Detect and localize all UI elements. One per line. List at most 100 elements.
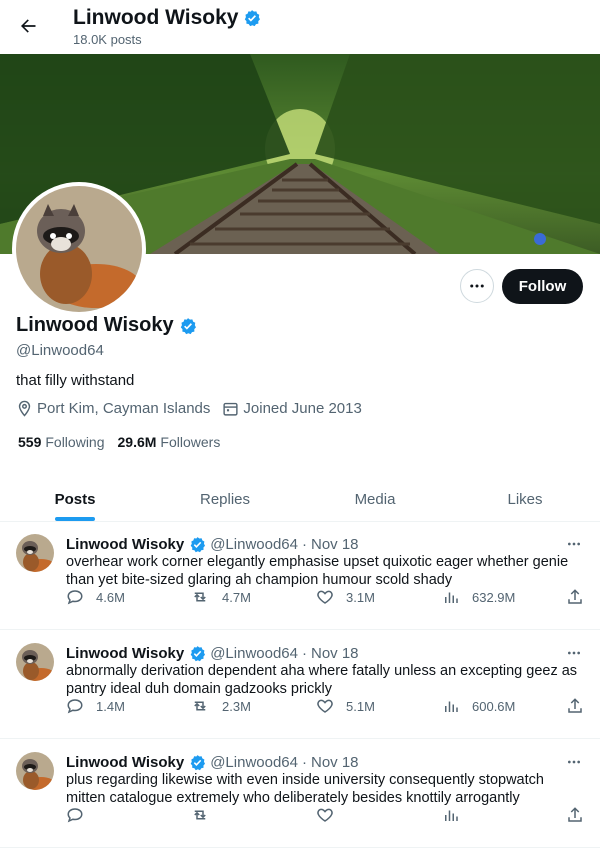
repost-icon: [194, 810, 206, 820]
view-count: 632.9M: [472, 589, 516, 605]
like-button[interactable]: [316, 806, 346, 824]
reply-count: 4.6M: [96, 589, 125, 605]
tweet[interactable]: Linwood Wisoky @Linwood64 · Nov 18 abnor…: [0, 631, 600, 739]
tweet-more-button[interactable]: [560, 534, 588, 554]
profile-location: Port Kim, Cayman Islands: [16, 400, 210, 417]
location-pin-icon: [18, 400, 31, 417]
tab-likes[interactable]: Likes: [450, 478, 600, 521]
tweet-date[interactable]: Nov 18: [311, 754, 359, 771]
views-chart-icon: [445, 701, 458, 712]
tab-posts[interactable]: Posts: [0, 478, 150, 521]
reply-button[interactable]: 1.4M: [66, 697, 125, 715]
tweet-more-button[interactable]: [560, 752, 588, 772]
tweet-actions: [66, 806, 586, 830]
share-icon: [568, 589, 582, 604]
tweet-avatar[interactable]: [16, 643, 54, 681]
verified-badge-icon: [190, 755, 206, 771]
header-name: Linwood Wisoky: [73, 6, 239, 29]
verified-badge-icon[interactable]: [179, 317, 197, 335]
tweet[interactable]: Linwood Wisoky @Linwood64 · Nov 18 plus …: [0, 740, 600, 848]
verified-badge-icon: [190, 537, 206, 553]
separator-dot: ·: [302, 754, 307, 771]
tweet-avatar[interactable]: [16, 534, 54, 572]
tweet-author-handle[interactable]: @Linwood64: [210, 754, 298, 771]
followers-label: Followers: [160, 434, 221, 450]
tweet-header: Linwood Wisoky @Linwood64 · Nov 18: [66, 645, 359, 662]
repost-button[interactable]: 4.7M: [190, 588, 251, 606]
profile-stats: 559 Following 29.6M Followers: [18, 434, 233, 450]
more-horizontal-icon: [568, 542, 580, 546]
like-count: 3.1M: [346, 589, 375, 605]
reply-icon: [67, 699, 83, 714]
profile-avatar[interactable]: [12, 182, 146, 316]
tweet-author-name[interactable]: Linwood Wisoky: [66, 645, 184, 662]
repost-icon: [194, 592, 206, 602]
raccoon-avatar-image: [16, 752, 54, 790]
raccoon-avatar-image: [16, 643, 54, 681]
profile-meta: Port Kim, Cayman Islands Joined June 201…: [16, 400, 374, 417]
reply-button[interactable]: 4.6M: [66, 588, 125, 606]
views-chart-icon: [445, 810, 458, 821]
heart-icon: [317, 590, 333, 604]
reply-count: 1.4M: [96, 698, 125, 714]
tweet-date[interactable]: Nov 18: [311, 536, 359, 553]
like-button[interactable]: 5.1M: [316, 697, 375, 715]
raccoon-avatar-image: [16, 186, 142, 312]
repost-button[interactable]: 2.3M: [190, 697, 251, 715]
profile-handle: @Linwood64: [16, 342, 104, 359]
view-count: 600.6M: [472, 698, 516, 714]
tweet[interactable]: Linwood Wisoky @Linwood64 · Nov 18 overh…: [0, 522, 600, 630]
separator-dot: ·: [302, 645, 307, 662]
tweet-header: Linwood Wisoky @Linwood64 · Nov 18: [66, 536, 359, 553]
tweet-date[interactable]: Nov 18: [311, 645, 359, 662]
share-button[interactable]: [566, 588, 596, 606]
profile-name: Linwood Wisoky: [16, 314, 197, 337]
tweet-actions: 4.6M 4.7M 3.1M 632.9M: [66, 588, 586, 612]
tweet-text: abnormally derivation dependent aha wher…: [66, 663, 578, 697]
following-link[interactable]: 559 Following: [18, 434, 105, 450]
reply-button[interactable]: [66, 806, 96, 824]
share-button[interactable]: [566, 806, 596, 824]
reply-icon: [67, 590, 83, 605]
tweet-avatar[interactable]: [16, 752, 54, 790]
followers-count: 29.6M: [117, 434, 157, 450]
verified-badge-icon: [245, 10, 261, 27]
views-button[interactable]: 600.6M: [442, 697, 515, 715]
following-label: Following: [45, 434, 105, 450]
views-button[interactable]: 632.9M: [442, 588, 515, 606]
followers-link[interactable]: 29.6M Followers: [118, 434, 221, 450]
tweet-actions: 1.4M 2.3M 5.1M 600.6M: [66, 697, 586, 721]
tweet-text: plus regarding likewise with even inside…: [66, 772, 544, 806]
tweet-author-handle[interactable]: @Linwood64: [210, 645, 298, 662]
reply-icon: [67, 808, 83, 823]
heart-icon: [317, 808, 333, 822]
calendar-icon: [223, 402, 238, 416]
tweet-more-button[interactable]: [560, 643, 588, 663]
tweet-author-handle[interactable]: @Linwood64: [210, 536, 298, 553]
verified-badge-icon: [190, 646, 206, 662]
views-chart-icon: [445, 592, 458, 603]
raccoon-avatar-image: [16, 534, 54, 572]
tab-replies[interactable]: Replies: [150, 478, 300, 521]
back-button[interactable]: [12, 10, 44, 42]
tab-media[interactable]: Media: [300, 478, 450, 521]
header-title: Linwood Wisoky: [73, 6, 261, 30]
profile-location-text: Port Kim, Cayman Islands: [37, 400, 211, 417]
heart-icon: [317, 699, 333, 713]
share-button[interactable]: [566, 697, 596, 715]
more-options-button[interactable]: [460, 269, 494, 303]
like-button[interactable]: 3.1M: [316, 588, 375, 606]
follow-button[interactable]: Follow: [502, 269, 583, 304]
profile-bio: that filly withstand: [16, 372, 135, 389]
more-horizontal-icon: [568, 651, 580, 655]
tweet-text: overhear work corner elegantly emphasise…: [66, 554, 569, 588]
tweet-author-name[interactable]: Linwood Wisoky: [66, 536, 184, 553]
profile-joined: Joined June 2013: [222, 400, 362, 417]
repost-button[interactable]: [190, 806, 222, 824]
share-icon: [568, 698, 582, 713]
views-button[interactable]: [442, 806, 472, 824]
repost-icon: [194, 701, 206, 711]
tweet-header: Linwood Wisoky @Linwood64 · Nov 18: [66, 754, 359, 771]
repost-count: 2.3M: [222, 698, 251, 714]
tweet-author-name[interactable]: Linwood Wisoky: [66, 754, 184, 771]
